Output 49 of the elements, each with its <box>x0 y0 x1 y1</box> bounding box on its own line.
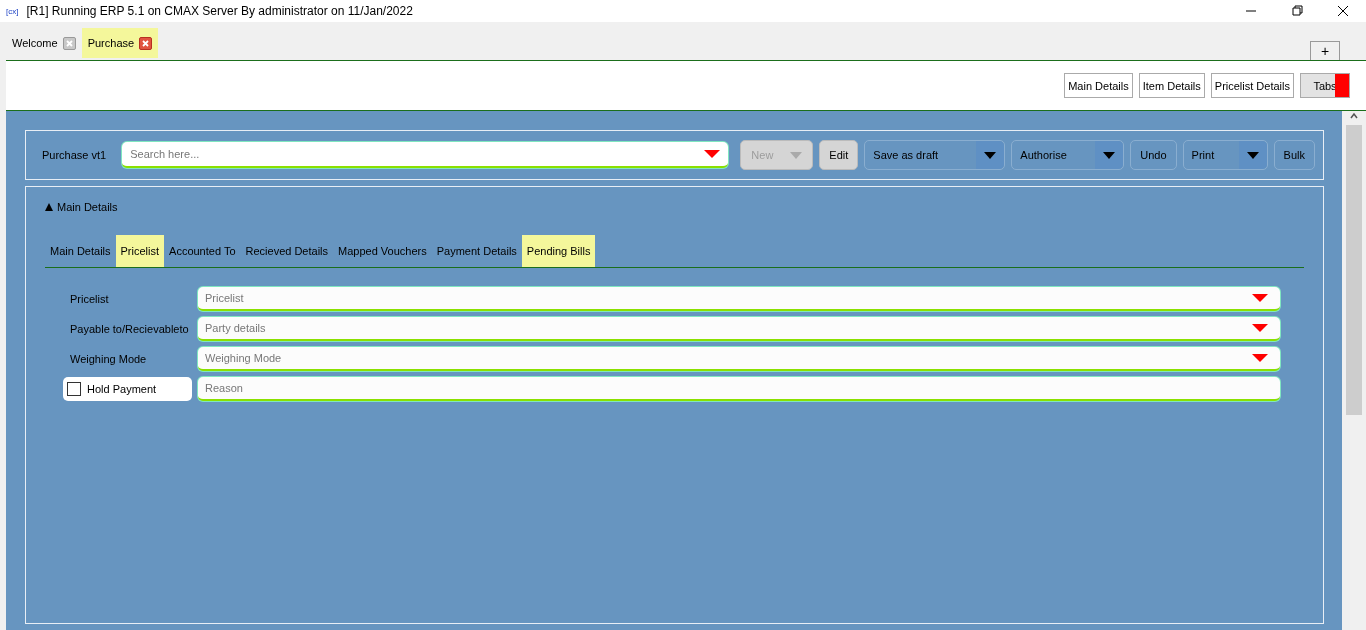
section-tab[interactable]: Pending Bills <box>521 235 596 267</box>
dropdown-icon <box>704 150 721 158</box>
section-button[interactable]: Pricelist Details <box>1210 73 1294 98</box>
caret-icon <box>790 151 803 159</box>
toolbar-button[interactable]: Undo <box>1130 140 1177 170</box>
close-icon[interactable] <box>62 36 76 50</box>
section-tab[interactable]: Accounted To <box>164 235 241 267</box>
dropdown-field[interactable]: Pricelist <box>198 287 1280 311</box>
caret-icon <box>1103 151 1116 159</box>
search-field[interactable]: Search here... <box>122 142 729 168</box>
caret-icon <box>984 151 997 159</box>
section-tab[interactable]: Pricelist <box>115 235 165 267</box>
section-tab[interactable]: Recieved Details <box>240 235 334 267</box>
field-label: Weighing Mode <box>69 353 148 365</box>
checkbox[interactable] <box>67 382 81 396</box>
reason-field[interactable]: Reason <box>198 377 1280 401</box>
app-icon: [cx] <box>6 6 19 16</box>
scrollbar-thumb[interactable] <box>1346 125 1362 415</box>
section-button[interactable]: Main Details <box>1064 73 1133 98</box>
add-tab-button[interactable]: + <box>1310 41 1340 60</box>
window-title: [R1] Running ERP 5.1 on CMAX Server By administrator on 11/Jan/2022 <box>26 4 414 18</box>
flag-marker <box>1335 74 1349 97</box>
dropdown-field[interactable]: Weighing Mode <box>198 347 1280 371</box>
scroll-up-icon[interactable] <box>1349 111 1359 121</box>
dropdown-icon <box>1252 354 1268 362</box>
section-button[interactable]: Item Details <box>1138 73 1205 98</box>
caret-icon <box>1246 151 1259 159</box>
section-tab[interactable]: Main Details <box>45 235 116 267</box>
expanded-icon <box>45 203 53 211</box>
dropdown-icon <box>1252 324 1268 332</box>
tabs-button[interactable]: Tabs <box>1300 73 1350 98</box>
field-label: Payable to/Recievableto <box>69 323 190 335</box>
document-tab[interactable]: Welcome <box>6 28 82 58</box>
edit-button[interactable]: Edit <box>819 140 859 170</box>
checkbox-label: Hold Payment <box>87 383 157 395</box>
voucher-title: Purchase vt1 <box>42 149 107 161</box>
split-button[interactable]: Save as draft <box>864 140 1006 170</box>
split-button[interactable]: Authorise <box>1011 140 1125 170</box>
toolbar-button[interactable]: Bulk <box>1273 140 1315 170</box>
document-tab[interactable]: Purchase <box>81 28 159 58</box>
dropdown-icon <box>1252 294 1268 302</box>
dropdown-field[interactable]: Party details <box>198 317 1280 341</box>
section-tab[interactable]: Payment Details <box>431 235 522 267</box>
field-label: Pricelist <box>69 293 110 305</box>
section-tab[interactable]: Mapped Vouchers <box>333 235 432 267</box>
close-icon[interactable] <box>139 36 153 50</box>
section-toggle[interactable]: Main Details <box>45 201 1304 213</box>
hold-payment-checkbox[interactable]: Hold Payment <box>63 377 192 401</box>
split-button[interactable]: Print <box>1182 140 1268 170</box>
